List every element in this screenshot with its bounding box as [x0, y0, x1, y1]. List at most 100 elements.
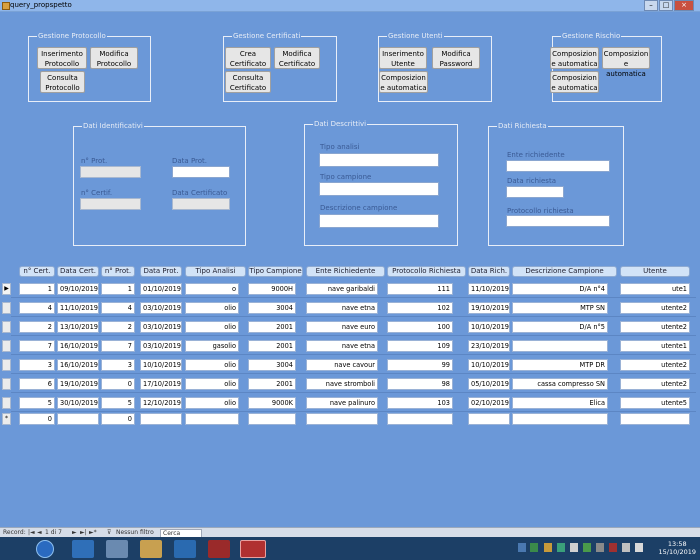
table-cell[interactable]: 19/10/2019: [57, 378, 99, 390]
table-cell[interactable]: olio: [185, 359, 239, 371]
table-cell[interactable]: [140, 413, 182, 425]
prev-record-icon[interactable]: ◄: [37, 528, 42, 537]
next-record-icon[interactable]: ►: [72, 528, 77, 537]
table-cell[interactable]: MTP DR: [512, 359, 608, 371]
tray-icon[interactable]: [530, 543, 538, 552]
table-cell[interactable]: [620, 413, 690, 425]
record-selector[interactable]: [2, 302, 11, 314]
table-cell[interactable]: [512, 340, 608, 352]
column-header-tipo-analisi[interactable]: Tipo Analisi: [185, 266, 246, 277]
tray-icon[interactable]: [583, 543, 591, 552]
table-cell[interactable]: 02/10/2019: [468, 397, 510, 409]
table-cell[interactable]: 12/10/2019: [140, 397, 182, 409]
table-cell[interactable]: utente1: [620, 340, 690, 352]
tray-icon[interactable]: [609, 543, 617, 552]
table-cell[interactable]: utente2: [620, 321, 690, 333]
record-selector[interactable]: [2, 340, 11, 352]
table-cell[interactable]: 17/10/2019: [140, 378, 182, 390]
table-cell[interactable]: 10/10/2019: [468, 321, 510, 333]
table-cell[interactable]: olio: [185, 302, 239, 314]
table-cell[interactable]: 03/10/2019: [140, 340, 182, 352]
table-cell[interactable]: [387, 413, 453, 425]
table-cell[interactable]: 3: [101, 359, 135, 371]
tray-icon[interactable]: [557, 543, 565, 552]
consulta-certificato-button[interactable]: Consulta Certificato: [225, 71, 271, 93]
composizione-automatica-utenti-button[interactable]: Composizion e automatica: [379, 71, 428, 93]
data-prot-field[interactable]: [172, 166, 230, 178]
table-cell[interactable]: olio: [185, 397, 239, 409]
table-cell[interactable]: olio: [185, 321, 239, 333]
table-cell[interactable]: 111: [387, 283, 453, 295]
composizione-automatica-button-2[interactable]: Composizion e automatica: [602, 47, 650, 78]
clock[interactable]: 13:58 15/10/2019: [659, 540, 696, 556]
record-selector[interactable]: [2, 359, 11, 371]
record-selector[interactable]: [2, 321, 11, 333]
protocollo-richiesta-field[interactable]: [506, 215, 610, 227]
record-position[interactable]: 1 di 7: [45, 528, 62, 537]
table-cell[interactable]: nave cavour: [306, 359, 378, 371]
table-cell[interactable]: utente2: [620, 302, 690, 314]
table-cell[interactable]: gasolio: [185, 340, 239, 352]
record-selector[interactable]: ▶: [2, 283, 11, 295]
table-cell[interactable]: 99: [387, 359, 453, 371]
n-prot-field[interactable]: [80, 166, 141, 178]
table-cell[interactable]: [306, 413, 378, 425]
column-header-utente[interactable]: Utente: [620, 266, 690, 277]
tray-icon[interactable]: [596, 543, 604, 552]
tipo-analisi-field[interactable]: [319, 153, 439, 167]
table-cell[interactable]: [468, 413, 510, 425]
table-cell[interactable]: 1: [101, 283, 135, 295]
table-cell[interactable]: nave palinuro: [306, 397, 378, 409]
record-selector[interactable]: [2, 378, 11, 390]
n-certif-field[interactable]: [80, 198, 141, 210]
ie-icon[interactable]: [72, 540, 94, 558]
folder-icon[interactable]: [140, 540, 162, 558]
table-cell[interactable]: 23/10/2019: [468, 340, 510, 352]
table-cell[interactable]: 0: [101, 378, 135, 390]
column-header-n-prot[interactable]: n° Prot.: [101, 266, 135, 277]
table-cell[interactable]: o: [185, 283, 239, 295]
data-richiesta-field[interactable]: [506, 186, 564, 198]
table-cell[interactable]: 19/10/2019: [468, 302, 510, 314]
start-orb-icon[interactable]: [36, 540, 54, 558]
table-cell[interactable]: 11/10/2019: [468, 283, 510, 295]
table-cell[interactable]: 2: [101, 321, 135, 333]
table-cell[interactable]: 102: [387, 302, 453, 314]
table-cell[interactable]: olio: [185, 378, 239, 390]
tipo-campione-field[interactable]: [319, 182, 439, 196]
column-header-descrizione-campione[interactable]: Descrizione Campione: [512, 266, 617, 277]
table-cell[interactable]: 109: [387, 340, 453, 352]
table-cell[interactable]: utente5: [620, 397, 690, 409]
table-cell[interactable]: [57, 413, 99, 425]
filter-status[interactable]: Nessun filtro: [116, 528, 154, 537]
files-icon[interactable]: [106, 540, 128, 558]
modifica-password-button[interactable]: Modifica Password: [432, 47, 480, 69]
table-cell[interactable]: 3004: [248, 359, 296, 371]
table-cell[interactable]: utente2: [620, 359, 690, 371]
network-icon[interactable]: [622, 543, 630, 552]
table-cell[interactable]: 4: [101, 302, 135, 314]
first-record-icon[interactable]: |◄: [28, 528, 35, 537]
table-cell[interactable]: 7: [19, 340, 55, 352]
data-certificato-field[interactable]: [172, 198, 230, 210]
ente-richiedente-field[interactable]: [506, 160, 610, 172]
table-cell[interactable]: 03/10/2019: [140, 302, 182, 314]
table-cell[interactable]: 9000K: [248, 397, 296, 409]
table-cell[interactable]: 6: [19, 378, 55, 390]
table-cell[interactable]: 0: [101, 413, 135, 425]
descrizione-campione-field[interactable]: [319, 214, 439, 228]
table-cell[interactable]: 4: [19, 302, 55, 314]
table-cell[interactable]: nave etna: [306, 340, 378, 352]
composizione-automatica-button-3[interactable]: Composizion e automatica: [550, 71, 599, 93]
composizione-automatica-button-1[interactable]: Composizion e automatica: [550, 47, 599, 69]
table-cell[interactable]: 2001: [248, 340, 296, 352]
modifica-certificato-button[interactable]: Modifica Certificato: [274, 47, 320, 69]
table-cell[interactable]: nave stromboli: [306, 378, 378, 390]
table-cell[interactable]: 13/10/2019: [57, 321, 99, 333]
table-cell[interactable]: 01/10/2019: [140, 283, 182, 295]
table-cell[interactable]: D/A n°5: [512, 321, 608, 333]
table-cell[interactable]: Elica: [512, 397, 608, 409]
consulta-protocollo-button[interactable]: Consulta Protocollo: [40, 71, 85, 93]
table-cell[interactable]: 3: [19, 359, 55, 371]
inserimento-protocollo-button[interactable]: Inserimento Protocollo: [37, 47, 87, 69]
